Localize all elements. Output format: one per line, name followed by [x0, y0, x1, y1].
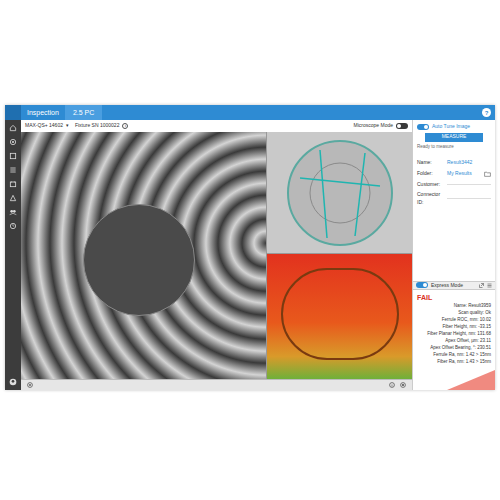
result-line: Apex Offset Bearing, °: 230.51 — [417, 344, 491, 351]
app-title: Inspection — [21, 105, 65, 120]
menu-icon[interactable] — [487, 283, 492, 288]
express-mode-label: Express Mode — [431, 282, 463, 290]
field-input[interactable] — [447, 184, 491, 185]
body-row: MAX-QS+ 14602▾ Fixture SN 1000022i Microsc… — [5, 120, 495, 390]
toggle-switch[interactable] — [416, 282, 428, 288]
folder-icon[interactable] — [484, 171, 491, 177]
app-window: Inspection2.5 PC? MAX-QS+ 14602▾ Fixture S… — [5, 105, 495, 390]
open-external-icon[interactable] — [479, 283, 484, 288]
info-button[interactable]: i — [122, 123, 128, 129]
interferogram-image — [21, 132, 267, 379]
toggle-switch[interactable] — [396, 123, 408, 129]
fail-corner-marker — [447, 370, 495, 390]
form-row: Name:Result3442 — [417, 158, 491, 167]
result-line: Ferrule ROC, mm: 10.02 — [417, 316, 491, 323]
status-text: Ready to measure — [417, 144, 491, 151]
form-row: Folder:My Results — [417, 169, 491, 178]
result-line: Scan quality: Ok — [417, 309, 491, 316]
measure-section: Auto Tune Image MEASURE Ready to measure Na… — [413, 120, 495, 281]
report-icon[interactable] — [9, 152, 17, 160]
list-icon[interactable] — [9, 166, 17, 174]
result-line: Ferrule Ra, nm: 1.42 > 15nm — [417, 351, 491, 358]
result-line: Fiber Planar Height, nm: 131.68 — [417, 330, 491, 337]
auto-tune-row: Auto Tune Image — [417, 123, 491, 131]
result-line: Name: Result3959 — [417, 302, 491, 309]
users-icon[interactable] — [9, 208, 17, 216]
calendar-icon[interactable] — [9, 180, 17, 188]
toggle-knob — [397, 124, 401, 128]
result-line: Apex Offset, µm: 23.11 — [417, 337, 491, 344]
home-icon[interactable] — [9, 124, 17, 132]
sidebar — [5, 120, 21, 390]
express-mode-bar: Express Mode — [413, 281, 495, 291]
field-label: Customer: — [417, 181, 447, 189]
field-label: Folder: — [417, 170, 447, 178]
user-icon[interactable] — [9, 378, 17, 386]
corner-block — [5, 105, 21, 120]
image-column — [267, 132, 412, 379]
image-area — [21, 132, 412, 379]
toggle-knob — [424, 125, 428, 129]
title-bar: Inspection2.5 PC? — [5, 105, 495, 120]
form-row: Connector ID: — [417, 191, 491, 206]
toolbar: MAX-QS+ 14602▾ Fixture SN 1000022i Microsc… — [21, 120, 412, 132]
device-dropdown-arrow[interactable]: ▾ — [66, 122, 69, 130]
auto-tune-label: Auto Tune Image — [432, 123, 470, 131]
right-panel: Auto Tune Image MEASURE Ready to measure Na… — [412, 120, 495, 390]
field-label: Name: — [417, 159, 447, 167]
fixture-label: Fixture SN 1000022 — [75, 122, 119, 130]
result-line: Fiber Ra, nm: 1.43 > 15nm — [417, 358, 491, 365]
field-input[interactable] — [447, 198, 491, 199]
main-area: MAX-QS+ 14602▾ Fixture SN 1000022i Microsc… — [21, 120, 412, 390]
form-row: Customer: — [417, 180, 491, 189]
bottom-bar — [21, 379, 412, 390]
result-line: Fiber Height, nm: -33.15 — [417, 323, 491, 330]
toggle-knob — [423, 283, 427, 287]
device-label[interactable]: MAX-QS+ 14602 — [25, 122, 63, 130]
warning-icon[interactable] — [9, 194, 17, 202]
fiber-view-image — [267, 132, 412, 254]
field-value[interactable]: Result3442 — [447, 159, 491, 167]
measure-button[interactable]: MEASURE — [425, 133, 483, 142]
settings-icon[interactable] — [27, 382, 33, 388]
microscope-mode-label: Microscope Mode — [354, 122, 393, 130]
height-map-outline — [281, 268, 399, 360]
help-button[interactable]: ? — [482, 108, 491, 117]
result-panel: FAILName: Result3959Scan quality: OkFerr… — [413, 290, 495, 390]
verdict-label: FAIL — [417, 293, 491, 302]
field-label: Connector ID: — [417, 191, 447, 206]
connector-tab[interactable]: 2.5 PC — [65, 105, 102, 120]
clock-icon[interactable] — [9, 222, 17, 230]
height-map-image — [267, 254, 412, 379]
fiber-core-shape — [83, 204, 195, 316]
toggle-switch[interactable] — [417, 124, 429, 130]
fiber-end-icon — [285, 138, 395, 248]
fiber-icon[interactable] — [9, 138, 17, 146]
target-icon[interactable] — [400, 382, 406, 388]
field-value[interactable]: My Results — [447, 170, 484, 178]
info-icon[interactable] — [389, 382, 395, 388]
